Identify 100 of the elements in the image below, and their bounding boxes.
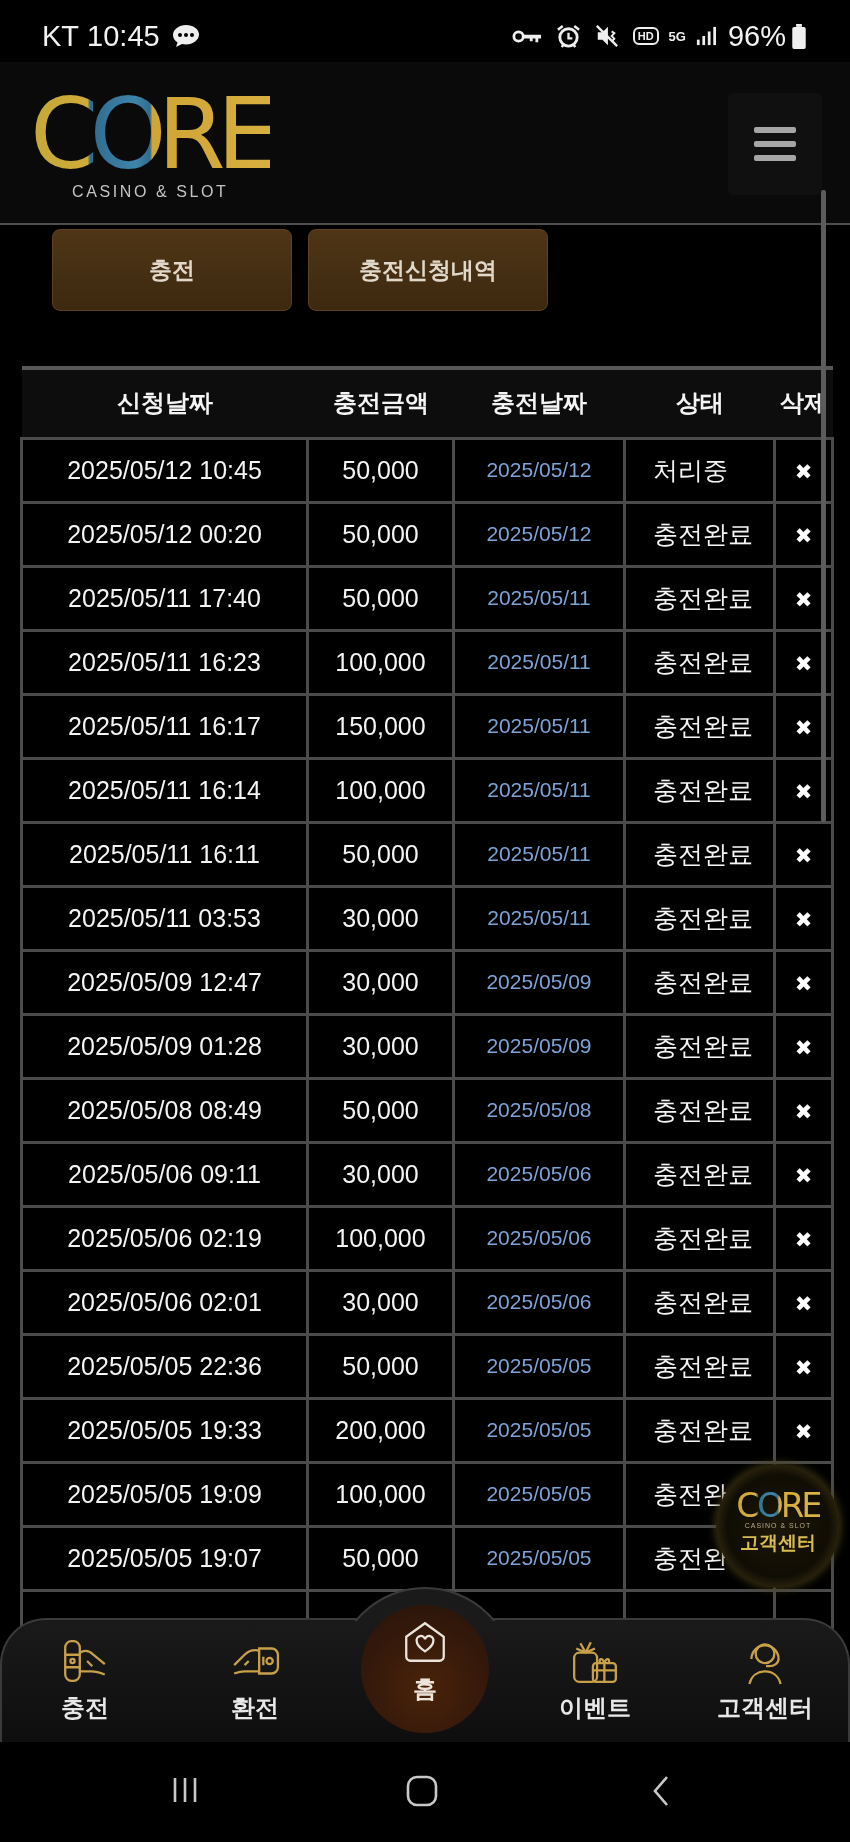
table-cell: 2025/05/05 <box>453 1334 625 1398</box>
table-cell: 100,000 <box>307 758 454 822</box>
table-cell: 충전완료 <box>624 694 775 758</box>
table-cell: 2025/05/11 03:53 <box>21 886 308 950</box>
logo-tagline: CASINO & SLOT <box>72 182 229 201</box>
delete-button[interactable]: ✖ <box>794 1421 813 1443</box>
table-cell: 충전완료 <box>624 566 775 630</box>
table-cell: 충전완료 <box>624 630 775 694</box>
network-type: 5G <box>668 28 686 44</box>
delete-button[interactable]: ✖ <box>794 1229 813 1251</box>
table-cell: 50,000 <box>307 502 454 566</box>
table-cell: 2025/05/11 16:11 <box>21 822 308 886</box>
delete-button[interactable]: ✖ <box>794 589 813 611</box>
table-cell: 30,000 <box>307 950 454 1014</box>
delete-button[interactable]: ✖ <box>794 1293 813 1315</box>
nav-item[interactable]: 환전 <box>230 1618 280 1733</box>
table-cell: 2025/05/11 <box>453 630 625 694</box>
table-cell: 30,000 <box>307 1142 454 1206</box>
menu-icon <box>754 126 796 161</box>
table-cell: 2025/05/05 19:33 <box>21 1398 308 1462</box>
table-cell: 2025/05/06 02:01 <box>21 1270 308 1334</box>
table-cell: 충전완료 <box>624 1142 775 1206</box>
table-cell: 충전완료 <box>624 1334 775 1398</box>
table-cell: 2025/05/05 19:07 <box>21 1526 308 1590</box>
table-cell: 충전완료 <box>624 1398 775 1462</box>
table-cell: 2025/05/12 <box>453 438 625 502</box>
table-cell: 50,000 <box>307 822 454 886</box>
table-cell: 2025/05/11 16:17 <box>21 694 308 758</box>
table-cell: 충전완료 <box>624 1270 775 1334</box>
delete-button[interactable]: ✖ <box>794 461 813 483</box>
table-cell: 2025/05/11 <box>453 566 625 630</box>
table-cell: 2025/05/05 19:09 <box>21 1462 308 1526</box>
table-cell: 2025/05/11 <box>453 758 625 822</box>
table-cell: 50,000 <box>307 1078 454 1142</box>
table-cell: 50,000 <box>307 1334 454 1398</box>
table-cell: 2025/05/11 <box>453 822 625 886</box>
delete-button[interactable]: ✖ <box>794 845 813 867</box>
table-cell: 2025/05/12 10:45 <box>21 438 308 502</box>
delete-button[interactable]: ✖ <box>794 717 813 739</box>
table-cell: 50,000 <box>307 566 454 630</box>
table-cell: 100,000 <box>307 1462 454 1526</box>
delete-button[interactable]: ✖ <box>794 1101 813 1123</box>
delete-button[interactable]: ✖ <box>794 1165 813 1187</box>
back-icon[interactable] <box>652 1775 670 1807</box>
action-button[interactable]: 충전신청내역 <box>308 229 548 311</box>
nav-item[interactable]: 충전 <box>60 1618 110 1733</box>
table-cell: 2025/05/09 01:28 <box>21 1014 308 1078</box>
table-cell: 충전완료 <box>624 886 775 950</box>
table-cell: 충전완료 <box>624 822 775 886</box>
table-cell: 2025/05/11 16:23 <box>21 630 308 694</box>
table-cell: 2025/05/09 12:47 <box>21 950 308 1014</box>
column-header: 충전날짜 <box>453 368 625 438</box>
clock: 10:45 <box>87 19 160 53</box>
signal-icon <box>695 26 716 46</box>
carrier-name: KT <box>42 19 80 53</box>
column-header: 신청날짜 <box>21 368 308 438</box>
table-cell: 2025/05/06 <box>453 1142 625 1206</box>
home-icon[interactable] <box>406 1775 438 1807</box>
table-cell: 2025/05/09 <box>453 950 625 1014</box>
table-cell: 100,000 <box>307 1206 454 1270</box>
table-cell: 충전완료 <box>624 502 775 566</box>
muted-speaker-icon <box>594 24 619 48</box>
chat-bubble-icon <box>171 24 200 48</box>
table-cell: 2025/05/05 22:36 <box>21 1334 308 1398</box>
action-button[interactable]: 충전 <box>52 229 292 311</box>
table-cell: 충전완료 <box>624 1206 775 1270</box>
table-cell: 2025/05/12 00:20 <box>21 502 308 566</box>
table-cell: 200,000 <box>307 1398 454 1462</box>
table-cell: 처리중 <box>624 438 775 502</box>
table-cell: 2025/05/06 <box>453 1206 625 1270</box>
table-cell: 2025/05/05 <box>453 1462 625 1526</box>
delete-button[interactable]: ✖ <box>794 1037 813 1059</box>
table-cell: 2025/05/12 <box>453 502 625 566</box>
table-cell: 100,000 <box>307 630 454 694</box>
key-icon <box>511 28 542 44</box>
battery-icon <box>792 23 806 49</box>
alarm-clock-icon <box>555 23 581 49</box>
delete-button[interactable]: ✖ <box>794 781 813 803</box>
table-cell: 50,000 <box>307 438 454 502</box>
delete-button[interactable]: ✖ <box>794 909 813 931</box>
table-cell: 충전완료 <box>624 1014 775 1078</box>
delete-button[interactable]: ✖ <box>794 973 813 995</box>
table-cell: 2025/05/11 <box>453 886 625 950</box>
column-header: 상태 <box>624 368 775 438</box>
delete-button[interactable]: ✖ <box>794 653 813 675</box>
delete-button[interactable]: ✖ <box>794 525 813 547</box>
table-cell: 2025/05/11 16:14 <box>21 758 308 822</box>
table-cell: 2025/05/09 <box>453 1014 625 1078</box>
table-cell: 2025/05/05 <box>453 1398 625 1462</box>
table-cell: 충전완료 <box>624 950 775 1014</box>
table-cell: 2025/05/06 <box>453 1270 625 1334</box>
table-cell: 2025/05/08 08:49 <box>21 1078 308 1142</box>
table-cell: 충전완료 <box>624 1078 775 1142</box>
table-cell: 2025/05/06 09:11 <box>21 1142 308 1206</box>
delete-button[interactable]: ✖ <box>794 1357 813 1379</box>
menu-button[interactable] <box>728 92 822 195</box>
table-cell: 150,000 <box>307 694 454 758</box>
nav-item[interactable]: 고객센터 <box>717 1618 813 1733</box>
table-cell: 2025/05/05 <box>453 1526 625 1590</box>
nav-item[interactable]: 이벤트 <box>559 1618 631 1733</box>
